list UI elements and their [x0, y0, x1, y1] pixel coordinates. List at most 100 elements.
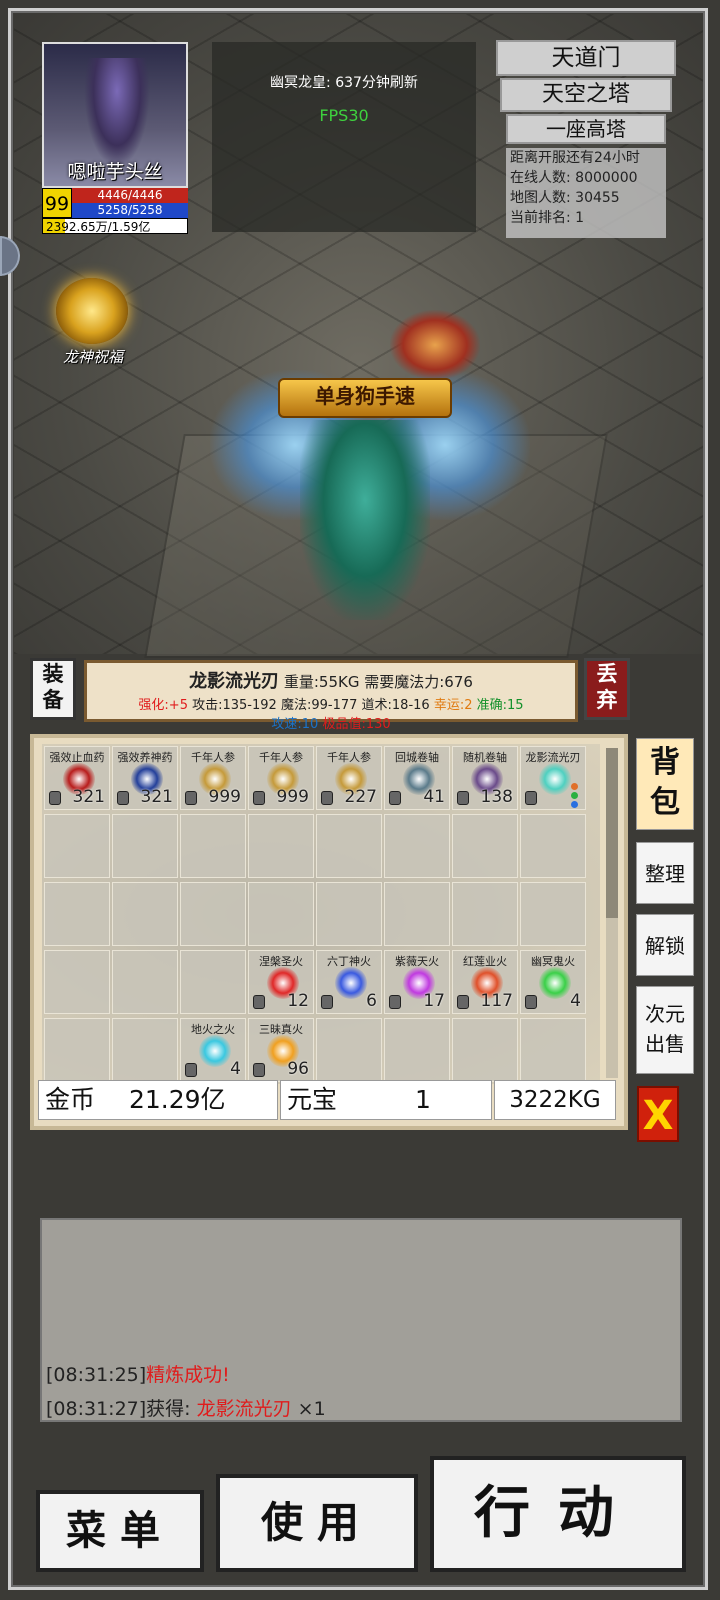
bind-lock-icon — [525, 995, 537, 1009]
yuanbao-box: 元宝 1 — [280, 1080, 492, 1120]
inventory-slot[interactable]: 龙影流光刃 — [520, 746, 586, 810]
fps-counter: FPS30 — [319, 106, 369, 125]
dimension-sell-button[interactable]: 次元 出售 — [636, 986, 694, 1074]
inventory-slot-empty[interactable] — [316, 814, 382, 878]
inventory-slot-empty[interactable] — [44, 882, 110, 946]
item-count: 999 — [208, 787, 241, 807]
inventory-slot-empty[interactable] — [44, 814, 110, 878]
inventory-slot[interactable]: 紫薇天火 17 — [384, 950, 450, 1014]
inventory-slot[interactable]: 三昧真火 96 — [248, 1018, 314, 1082]
inventory-slot[interactable]: 六丁神火 6 — [316, 950, 382, 1014]
item-requirement: 需要魔法力:676 — [364, 673, 473, 691]
inventory-slot-empty[interactable] — [520, 814, 586, 878]
use-button[interactable]: 使用 — [216, 1474, 418, 1572]
sign-tiandaomen[interactable]: 天道门 — [496, 40, 676, 76]
sign-tiankongzhita[interactable]: 天空之塔 — [500, 78, 672, 112]
inventory-slot[interactable]: 强效止血药 321 — [44, 746, 110, 810]
online-count: 在线人数: 8000000 — [510, 170, 638, 186]
item-icon — [199, 1035, 231, 1067]
player-avatar[interactable]: 嗯啦芋头丝 — [42, 42, 188, 188]
inventory-slot[interactable]: 千年人参 999 — [180, 746, 246, 810]
inventory-slot[interactable]: 涅槃圣火 12 — [248, 950, 314, 1014]
inventory-slot[interactable]: 地火之火 4 — [180, 1018, 246, 1082]
item-name: 龙影流光刃 — [189, 671, 280, 692]
inventory-slot-empty[interactable] — [248, 814, 314, 878]
inventory-slot-empty[interactable] — [316, 1018, 382, 1082]
inventory-slot-empty[interactable] — [112, 882, 178, 946]
item-attack: 攻击:135-192 — [192, 698, 277, 713]
item-count: 6 — [366, 991, 377, 1011]
inventory-slot-empty[interactable] — [180, 814, 246, 878]
chat-highlight: 龙影流光刃 — [196, 1398, 292, 1420]
inventory-slot-empty[interactable] — [44, 1018, 110, 1082]
item-speed: 攻速:10 — [271, 717, 319, 732]
inventory-slot-empty[interactable] — [384, 882, 450, 946]
action-button[interactable]: 行动 — [430, 1456, 686, 1572]
bind-lock-icon — [457, 995, 469, 1009]
sort-button[interactable]: 整理 — [636, 842, 694, 904]
item-count: 321 — [72, 787, 105, 807]
inventory-scrollbar[interactable] — [606, 748, 618, 1078]
quality-dot — [571, 792, 578, 799]
inventory-slot[interactable]: 千年人参 227 — [316, 746, 382, 810]
inventory-slot[interactable]: 强效养神药 321 — [112, 746, 178, 810]
unlock-button[interactable]: 解锁 — [636, 914, 694, 976]
player-title-banner: 单身狗手速 — [278, 378, 452, 418]
inventory-panel: 强效止血药 321 强效养神药 321 千年人参 999 千年人参 999 千年人参 227 回城卷… — [30, 734, 628, 1130]
sell-line-1: 次元 — [645, 1002, 685, 1026]
inventory-slot-empty[interactable] — [452, 814, 518, 878]
sell-line-2: 出售 — [645, 1032, 685, 1056]
exp-text: 2392.65万/1.59亿 — [46, 220, 151, 234]
inventory-slot[interactable]: 回城卷轴 41 — [384, 746, 450, 810]
chat-log[interactable]: [08:31:25]精炼成功! [08:31:27]获得: 龙影流光刃 ×1 — [40, 1218, 682, 1422]
item-count: 41 — [423, 787, 445, 807]
close-bag-button[interactable]: X — [637, 1086, 679, 1142]
dragon-blessing-buff[interactable]: 龙神祝福 — [52, 278, 134, 368]
bag-tab-button[interactable]: 背 包 — [636, 738, 694, 830]
scroll-thumb[interactable] — [606, 748, 618, 918]
chat-highlight: 精炼成功! — [146, 1364, 230, 1386]
inventory-slot[interactable]: 红莲业火 117 — [452, 950, 518, 1014]
desc-line-1: 龙影流光刃 重量:55KG 需要魔法力:676 — [87, 667, 575, 693]
inventory-slot-empty[interactable] — [112, 1018, 178, 1082]
drop-button[interactable]: 丢 弃 — [584, 658, 630, 720]
drop-char-2: 弃 — [596, 688, 618, 712]
item-tao: 道术:18-16 — [361, 698, 430, 713]
inventory-slot-empty[interactable] — [384, 814, 450, 878]
quality-dot — [571, 801, 578, 808]
desc-line-3: 攻速:10 极品值:130 — [87, 713, 575, 732]
inventory-slot-empty[interactable] — [452, 882, 518, 946]
bind-lock-icon — [457, 791, 469, 805]
item-count: 227 — [344, 787, 377, 807]
inventory-slot-empty[interactable] — [452, 1018, 518, 1082]
player-name: 嗯啦芋头丝 — [67, 161, 163, 183]
inventory-slot-empty[interactable] — [520, 882, 586, 946]
player-level: 99 — [42, 188, 72, 218]
bind-lock-icon — [185, 791, 197, 805]
server-countdown: 距离开服还有24小时 — [510, 150, 640, 166]
item-count: 17 — [423, 991, 445, 1011]
sign-yizuogaota[interactable]: 一座高塔 — [506, 114, 666, 144]
inventory-slot-empty[interactable] — [520, 1018, 586, 1082]
inventory-slot[interactable]: 千年人参 999 — [248, 746, 314, 810]
inventory-slot-empty[interactable] — [180, 950, 246, 1014]
inventory-slot-empty[interactable] — [248, 882, 314, 946]
chat-pre: 获得: — [146, 1398, 197, 1420]
inventory-slot[interactable]: 随机卷轴 138 — [452, 746, 518, 810]
quality-dots-icon — [571, 783, 579, 810]
inventory-slot-empty[interactable] — [112, 814, 178, 878]
inventory-slot-empty[interactable] — [316, 882, 382, 946]
item-icon — [335, 967, 367, 999]
menu-button[interactable]: 菜单 — [36, 1490, 204, 1572]
equip-button[interactable]: 装 备 — [30, 658, 76, 720]
chat-line: [08:31:25]精炼成功! — [46, 1360, 230, 1387]
inventory-slot[interactable]: 幽冥鬼火 4 — [520, 950, 586, 1014]
player-character[interactable] — [300, 420, 430, 620]
inventory-slot-empty[interactable] — [112, 950, 178, 1014]
inventory-slot-empty[interactable] — [44, 950, 110, 1014]
inventory-slot-empty[interactable] — [384, 1018, 450, 1082]
inventory-slot-empty[interactable] — [180, 882, 246, 946]
currency-bar: 金币 21.29亿 元宝 1 3222KG — [38, 1080, 620, 1122]
chat-line: [08:31:27]获得: 龙影流光刃 ×1 — [46, 1394, 326, 1421]
desc-line-2: 强化:+5 攻击:135-192 魔法:99-177 道术:18-16 幸运:2… — [87, 694, 575, 713]
